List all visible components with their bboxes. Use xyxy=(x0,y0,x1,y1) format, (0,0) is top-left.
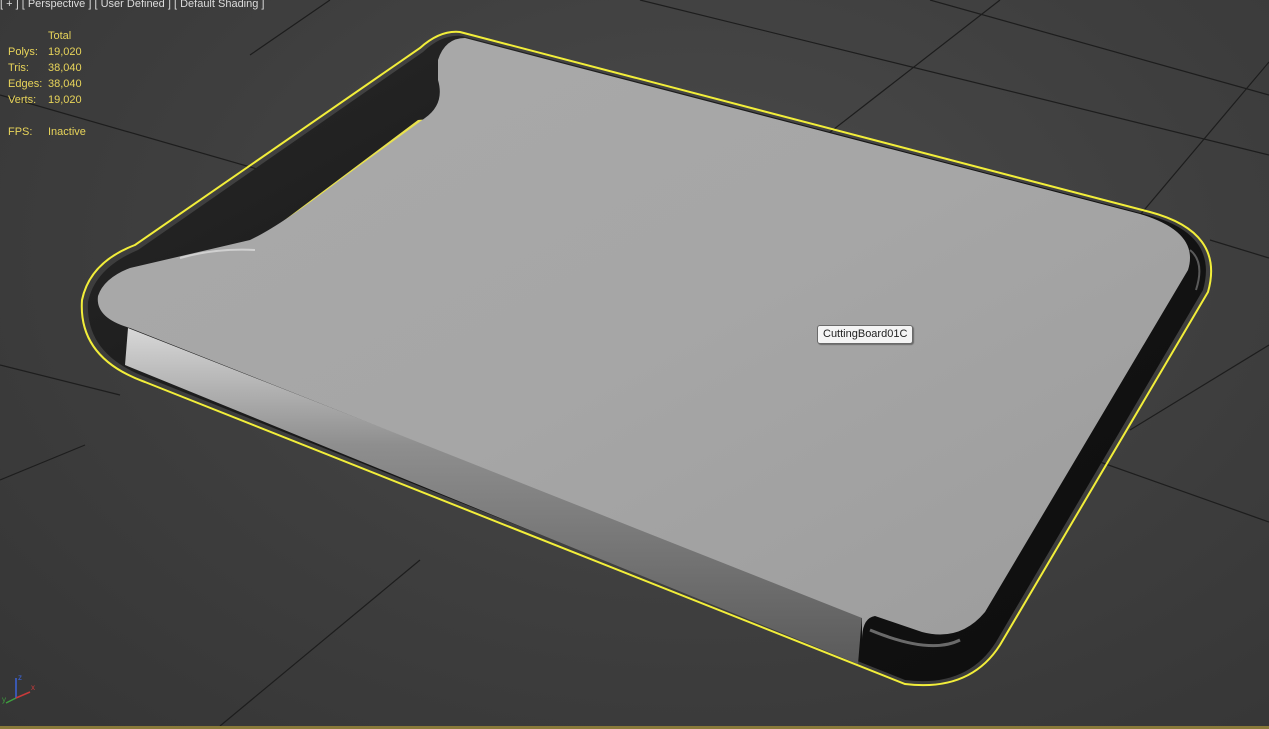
statistics-overlay: Total Polys: 19,020 Tris: 38,040 Edges: … xyxy=(8,28,86,140)
grid-line xyxy=(219,559,421,726)
stats-key: Polys: xyxy=(8,46,38,58)
stats-value: 38,040 xyxy=(48,78,82,90)
viewport-pov-menu[interactable]: [ Perspective ] xyxy=(22,0,92,10)
stats-header: Total xyxy=(48,30,72,42)
viewport-custom-menu[interactable]: [ User Defined ] xyxy=(94,0,170,10)
stats-key: FPS: xyxy=(8,126,33,138)
perspective-viewport[interactable]: [ + ] [ Perspective ] [ User Defined ] [… xyxy=(0,0,1269,726)
stats-row-fps: FPS: Inactive xyxy=(8,124,86,140)
stats-row-polys: Polys: 19,020 xyxy=(8,44,86,60)
viewport-shading-menu[interactable]: [ Default Shading ] xyxy=(174,0,265,10)
grid-line xyxy=(0,444,86,481)
stats-key: Edges: xyxy=(8,78,43,90)
grid-line xyxy=(0,364,121,396)
viewport-label-menu[interactable]: [ + ] [ Perspective ] [ User Defined ] [… xyxy=(0,0,264,11)
grid-line xyxy=(819,0,1001,141)
y-axis-line xyxy=(5,697,17,704)
stats-row-edges: Edges: 38,040 xyxy=(8,76,86,92)
stats-value: 38,040 xyxy=(48,62,82,74)
grid-line xyxy=(1139,61,1269,216)
z-axis-label: z xyxy=(18,673,22,682)
y-axis-label: y xyxy=(2,695,6,704)
viewport-scene[interactable] xyxy=(0,0,1269,726)
grid-line xyxy=(1209,239,1269,259)
stats-value: Inactive xyxy=(48,126,86,138)
stats-row-tris: Tris: 38,040 xyxy=(8,60,86,76)
x-axis-line xyxy=(15,691,31,699)
stats-value: 19,020 xyxy=(48,46,82,58)
grid-line xyxy=(1099,461,1269,523)
viewport-plus-menu[interactable]: [ + ] xyxy=(0,0,19,10)
stats-row-verts: Verts: 19,020 xyxy=(8,92,86,108)
axis-tripod-icon: z x y xyxy=(2,673,35,704)
stats-key: Verts: xyxy=(8,94,37,106)
stats-key: Tris: xyxy=(8,62,29,74)
x-axis-label: x xyxy=(31,683,35,692)
object-name-tooltip: CuttingBoard01C xyxy=(817,325,914,344)
stats-value: 19,020 xyxy=(48,94,82,106)
